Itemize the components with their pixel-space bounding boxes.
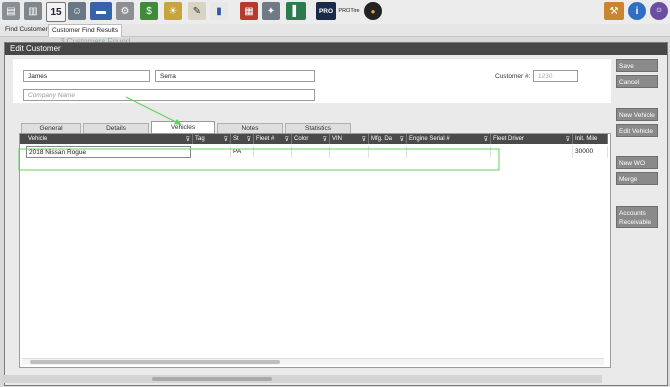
filter-icon[interactable]: ⊽ — [285, 135, 289, 144]
new-wo-button[interactable]: New WO — [616, 156, 658, 169]
calculator-icon[interactable]: ▦ — [240, 2, 258, 20]
last-name-field[interactable]: Serra — [155, 70, 315, 82]
merge-button[interactable]: Merge — [616, 172, 658, 185]
column-header-init-mileage[interactable]: Init. Mile — [573, 134, 608, 144]
first-name-field[interactable]: James — [23, 70, 150, 82]
filter-icon[interactable]: ⊽ — [247, 135, 251, 144]
page-horizontal-scrollbar[interactable] — [2, 375, 602, 383]
cell-fleet-driver[interactable] — [491, 146, 573, 158]
clipboard-list-icon[interactable]: ▥ — [24, 2, 42, 20]
main-toolbar: ▤ ▥ 15 ☺ ▬ ⚙ $ ☀ ✎ ▮ ▦ ✦ ▌ PRO PROTire ●… — [0, 0, 670, 25]
filter-icon[interactable]: ⊽ — [323, 135, 327, 144]
customer-number-field: 1230 — [533, 70, 578, 82]
grid-horizontal-scrollbar[interactable] — [22, 358, 604, 365]
customer-form: James Serra Company Name Customer #: 123… — [13, 59, 611, 103]
filter-icon[interactable]: ⊽ — [566, 135, 570, 144]
scrollbar-thumb[interactable] — [30, 360, 280, 364]
company-name-field[interactable]: Company Name — [23, 89, 315, 101]
tab-notes[interactable]: Notes — [217, 123, 283, 133]
filter-icon[interactable]: ⊽ — [186, 135, 190, 144]
column-header-tag[interactable]: Tag ⊽ — [193, 134, 231, 144]
cell-engine-serial[interactable] — [407, 146, 491, 158]
bar-chart-icon[interactable]: ▮ — [210, 2, 228, 20]
filter-icon[interactable]: ⊽ — [224, 135, 228, 144]
document-tabs: Find Customer Customer Find Results — [0, 24, 670, 37]
edit-customer-dialog: Edit Customer James Serra Company Name C… — [4, 42, 668, 386]
filter-icon[interactable]: ⊽ — [362, 135, 366, 144]
column-header-vehicle[interactable]: Vehicle ⊽ — [26, 134, 193, 144]
column-header-mfg-date[interactable]: Mfg. Da ⊽ — [369, 134, 407, 144]
cell-tag[interactable] — [193, 146, 231, 158]
column-header-color[interactable]: Color ⊽ — [292, 134, 330, 144]
writing-icon[interactable]: ✎ — [188, 2, 206, 20]
gear-icon[interactable]: ✦ — [262, 2, 280, 20]
column-header-fleet-number[interactable]: Fleet # ⊽ — [254, 134, 292, 144]
book-icon[interactable]: ▌ — [286, 2, 306, 20]
dialog-title: Edit Customer — [5, 43, 667, 55]
column-header-state[interactable]: St ⊽ — [231, 134, 254, 144]
accounts-receivable-button[interactable]: Accounts Receivable — [616, 206, 658, 228]
filter-icon[interactable]: ⊽ — [484, 135, 488, 144]
parts-icon[interactable]: ⚙ — [116, 2, 134, 20]
tab-vehicles[interactable]: Vehicles — [151, 121, 215, 133]
grid-header: Vehicle ⊽ Tag ⊽ St ⊽ Fleet # ⊽ Color ⊽ VIN ⊽ M… — [20, 134, 608, 144]
table-row[interactable]: 2018 Nissan Rogue PA 30000 — [20, 146, 608, 158]
cell-vin[interactable] — [330, 146, 369, 158]
protire-label[interactable]: PROTire — [338, 2, 360, 20]
tools-icon[interactable]: ⚒ — [604, 2, 624, 20]
cell-state[interactable]: PA — [231, 146, 254, 158]
cell-vehicle[interactable]: 2018 Nissan Rogue — [26, 146, 191, 158]
edit-vehicle-button[interactable]: Edit Vehicle — [616, 124, 658, 137]
customer-number-label: Customer #: — [495, 73, 531, 80]
save-button[interactable]: Save — [616, 59, 658, 72]
cancel-button[interactable]: Cancel — [616, 75, 658, 88]
tab-customer-find-results[interactable]: Customer Find Results — [48, 24, 123, 37]
weather-icon[interactable]: ☀ — [164, 2, 182, 20]
people-icon[interactable]: ☺ — [68, 2, 86, 20]
cell-fleet-number[interactable] — [254, 146, 292, 158]
info-icon[interactable]: i — [628, 2, 646, 20]
column-header-vin[interactable]: VIN ⊽ — [330, 134, 369, 144]
scrollbar-thumb[interactable] — [152, 377, 272, 381]
tab-details[interactable]: Details — [83, 123, 149, 133]
pro-icon[interactable]: PRO — [316, 2, 336, 20]
tab-general[interactable]: General — [21, 123, 81, 133]
tab-statistics[interactable]: Statistics — [285, 123, 351, 133]
cell-init-mileage[interactable]: 30000 — [573, 146, 608, 158]
cell-color[interactable] — [292, 146, 330, 158]
cell-mfg-date[interactable] — [369, 146, 407, 158]
vehicles-grid: Vehicle ⊽ Tag ⊽ St ⊽ Fleet # ⊽ Color ⊽ VIN ⊽ M… — [19, 133, 611, 368]
customer-tab-strip: General Details Vehicles Notes Statistic… — [15, 121, 612, 133]
new-vehicle-button[interactable]: New Vehicle — [616, 108, 658, 121]
calendar-icon[interactable]: 15 — [46, 2, 66, 22]
tire-icon[interactable]: ● — [364, 2, 382, 20]
clipboard-icon[interactable]: ▤ — [2, 2, 20, 20]
money-icon[interactable]: $ — [140, 2, 158, 20]
filter-icon[interactable]: ⊽ — [400, 135, 404, 144]
car-icon[interactable]: ▬ — [90, 2, 112, 20]
tab-find-customer[interactable]: Find Customer — [2, 24, 51, 36]
exit-icon[interactable]: ⏻ — [650, 2, 668, 20]
column-header-engine-serial[interactable]: Engine Serial # ⊽ — [407, 134, 491, 144]
column-header-fleet-driver[interactable]: Fleet Driver ⊽ — [491, 134, 573, 144]
